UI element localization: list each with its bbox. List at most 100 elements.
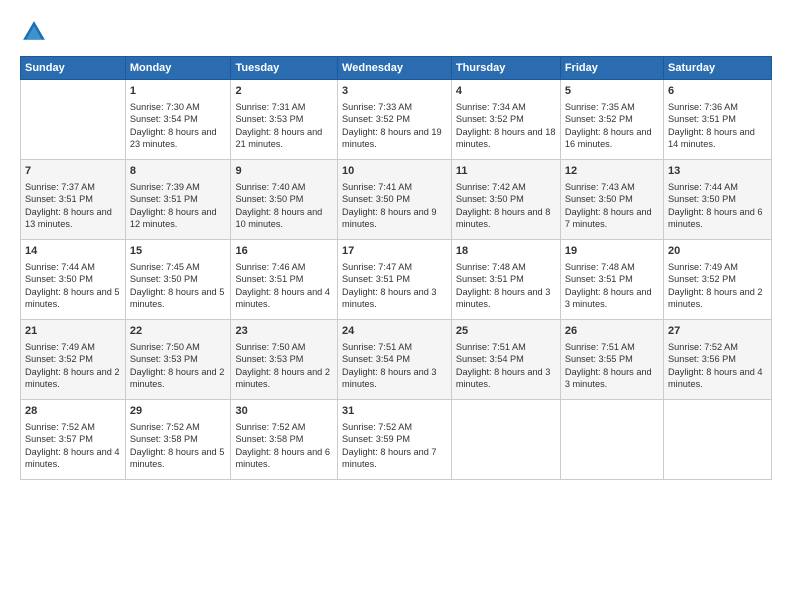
- calendar-cell: 22 Sunrise: 7:50 AMSunset: 3:53 PMDayligh…: [125, 320, 231, 400]
- logo: [20, 18, 52, 46]
- calendar-cell: 24 Sunrise: 7:51 AMSunset: 3:54 PMDayligh…: [338, 320, 452, 400]
- day-number: 18: [456, 244, 556, 259]
- cell-content: Sunrise: 7:35 AMSunset: 3:52 PMDaylight:…: [565, 101, 659, 151]
- day-number: 21: [25, 324, 121, 339]
- cell-content: Sunrise: 7:37 AMSunset: 3:51 PMDaylight:…: [25, 181, 121, 231]
- cell-content: Sunrise: 7:52 AMSunset: 3:57 PMDaylight:…: [25, 421, 121, 471]
- cell-content: Sunrise: 7:45 AMSunset: 3:50 PMDaylight:…: [130, 261, 227, 311]
- calendar-week-row: 21 Sunrise: 7:49 AMSunset: 3:52 PMDayligh…: [21, 320, 772, 400]
- cell-content: Sunrise: 7:48 AMSunset: 3:51 PMDaylight:…: [456, 261, 556, 311]
- calendar-table: SundayMondayTuesdayWednesdayThursdayFrid…: [20, 56, 772, 480]
- day-number: 28: [25, 404, 121, 419]
- day-number: 20: [668, 244, 767, 259]
- calendar-body: 1Sunrise: 7:30 AMSunset: 3:54 PMDaylight…: [21, 80, 772, 480]
- cell-content: Sunrise: 7:42 AMSunset: 3:50 PMDaylight:…: [456, 181, 556, 231]
- cell-content: Sunrise: 7:51 AMSunset: 3:54 PMDaylight:…: [342, 341, 447, 391]
- day-number: 17: [342, 244, 447, 259]
- page: SundayMondayTuesdayWednesdayThursdayFrid…: [0, 0, 792, 612]
- day-number: 6: [668, 84, 767, 99]
- day-number: 31: [342, 404, 447, 419]
- calendar-week-row: 28 Sunrise: 7:52 AMSunset: 3:57 PMDayligh…: [21, 400, 772, 480]
- calendar-cell: 10Sunrise: 7:41 AMSunset: 3:50 PMDayligh…: [338, 160, 452, 240]
- calendar-cell: [560, 400, 663, 480]
- day-number: 29: [130, 404, 227, 419]
- cell-content: Sunrise: 7:40 AMSunset: 3:50 PMDaylight:…: [235, 181, 333, 231]
- day-number: 16: [235, 244, 333, 259]
- cell-content: Sunrise: 7:52 AMSunset: 3:59 PMDaylight:…: [342, 421, 447, 471]
- calendar-cell: 4 Sunrise: 7:34 AMSunset: 3:52 PMDaylight…: [451, 80, 560, 160]
- cell-content: Sunrise: 7:46 AMSunset: 3:51 PMDaylight:…: [235, 261, 333, 311]
- day-number: 9: [235, 164, 333, 179]
- cell-content: Sunrise: 7:52 AMSunset: 3:58 PMDaylight:…: [235, 421, 333, 471]
- calendar-cell: [451, 400, 560, 480]
- weekday-header: Saturday: [664, 57, 772, 80]
- day-number: 13: [668, 164, 767, 179]
- calendar-cell: 26 Sunrise: 7:51 AMSunset: 3:55 PMDayligh…: [560, 320, 663, 400]
- day-number: 15: [130, 244, 227, 259]
- weekday-header: Tuesday: [231, 57, 338, 80]
- cell-content: Sunrise: 7:34 AMSunset: 3:52 PMDaylight:…: [456, 101, 556, 151]
- day-number: 25: [456, 324, 556, 339]
- day-number: 4: [456, 84, 556, 99]
- calendar-cell: 9 Sunrise: 7:40 AMSunset: 3:50 PMDaylight…: [231, 160, 338, 240]
- logo-icon: [20, 18, 48, 46]
- calendar-cell: 27 Sunrise: 7:52 AMSunset: 3:56 PMDayligh…: [664, 320, 772, 400]
- weekday-header: Friday: [560, 57, 663, 80]
- calendar-cell: 31 Sunrise: 7:52 AMSunset: 3:59 PMDayligh…: [338, 400, 452, 480]
- calendar-cell: 18 Sunrise: 7:48 AMSunset: 3:51 PMDayligh…: [451, 240, 560, 320]
- day-number: 22: [130, 324, 227, 339]
- cell-content: Sunrise: 7:51 AMSunset: 3:55 PMDaylight:…: [565, 341, 659, 391]
- cell-content: Sunrise: 7:44 AMSunset: 3:50 PMDaylight:…: [25, 261, 121, 311]
- calendar-cell: 28 Sunrise: 7:52 AMSunset: 3:57 PMDayligh…: [21, 400, 126, 480]
- calendar-cell: 23 Sunrise: 7:50 AMSunset: 3:53 PMDayligh…: [231, 320, 338, 400]
- cell-content: Sunrise: 7:31 AMSunset: 3:53 PMDaylight:…: [235, 101, 333, 151]
- calendar-cell: 17 Sunrise: 7:47 AMSunset: 3:51 PMDayligh…: [338, 240, 452, 320]
- weekday-header: Thursday: [451, 57, 560, 80]
- day-number: 19: [565, 244, 659, 259]
- calendar-cell: 16 Sunrise: 7:46 AMSunset: 3:51 PMDayligh…: [231, 240, 338, 320]
- cell-content: Sunrise: 7:36 AMSunset: 3:51 PMDaylight:…: [668, 101, 767, 151]
- cell-content: Sunrise: 7:49 AMSunset: 3:52 PMDaylight:…: [25, 341, 121, 391]
- cell-content: Sunrise: 7:41 AMSunset: 3:50 PMDaylight:…: [342, 181, 447, 231]
- cell-content: Sunrise: 7:48 AMSunset: 3:51 PMDaylight:…: [565, 261, 659, 311]
- calendar-cell: 7 Sunrise: 7:37 AMSunset: 3:51 PMDaylight…: [21, 160, 126, 240]
- cell-content: Sunrise: 7:47 AMSunset: 3:51 PMDaylight:…: [342, 261, 447, 311]
- calendar-cell: 12Sunrise: 7:43 AMSunset: 3:50 PMDayligh…: [560, 160, 663, 240]
- calendar-cell: [664, 400, 772, 480]
- cell-content: Sunrise: 7:52 AMSunset: 3:58 PMDaylight:…: [130, 421, 227, 471]
- calendar-cell: 6 Sunrise: 7:36 AMSunset: 3:51 PMDaylight…: [664, 80, 772, 160]
- cell-content: Sunrise: 7:50 AMSunset: 3:53 PMDaylight:…: [235, 341, 333, 391]
- cell-content: Sunrise: 7:30 AMSunset: 3:54 PMDaylight:…: [130, 101, 227, 151]
- cell-content: Sunrise: 7:39 AMSunset: 3:51 PMDaylight:…: [130, 181, 227, 231]
- calendar-cell: 25 Sunrise: 7:51 AMSunset: 3:54 PMDayligh…: [451, 320, 560, 400]
- day-number: 2: [235, 84, 333, 99]
- calendar-cell: 21 Sunrise: 7:49 AMSunset: 3:52 PMDayligh…: [21, 320, 126, 400]
- day-number: 26: [565, 324, 659, 339]
- day-number: 24: [342, 324, 447, 339]
- weekday-header: Wednesday: [338, 57, 452, 80]
- day-number: 27: [668, 324, 767, 339]
- calendar-cell: 19 Sunrise: 7:48 AMSunset: 3:51 PMDayligh…: [560, 240, 663, 320]
- calendar-week-row: 1Sunrise: 7:30 AMSunset: 3:54 PMDaylight…: [21, 80, 772, 160]
- day-number: 14: [25, 244, 121, 259]
- calendar-cell: 8Sunrise: 7:39 AMSunset: 3:51 PMDaylight…: [125, 160, 231, 240]
- day-number: 23: [235, 324, 333, 339]
- calendar-cell: 20Sunrise: 7:49 AMSunset: 3:52 PMDayligh…: [664, 240, 772, 320]
- calendar-cell: 30Sunrise: 7:52 AMSunset: 3:58 PMDayligh…: [231, 400, 338, 480]
- calendar-cell: 1Sunrise: 7:30 AMSunset: 3:54 PMDaylight…: [125, 80, 231, 160]
- cell-content: Sunrise: 7:50 AMSunset: 3:53 PMDaylight:…: [130, 341, 227, 391]
- calendar-cell: 13Sunrise: 7:44 AMSunset: 3:50 PMDayligh…: [664, 160, 772, 240]
- cell-content: Sunrise: 7:33 AMSunset: 3:52 PMDaylight:…: [342, 101, 447, 151]
- day-number: 7: [25, 164, 121, 179]
- cell-content: Sunrise: 7:51 AMSunset: 3:54 PMDaylight:…: [456, 341, 556, 391]
- calendar-cell: 15 Sunrise: 7:45 AMSunset: 3:50 PMDayligh…: [125, 240, 231, 320]
- calendar-cell: 3 Sunrise: 7:33 AMSunset: 3:52 PMDaylight…: [338, 80, 452, 160]
- cell-content: Sunrise: 7:52 AMSunset: 3:56 PMDaylight:…: [668, 341, 767, 391]
- calendar-header: SundayMondayTuesdayWednesdayThursdayFrid…: [21, 57, 772, 80]
- day-number: 3: [342, 84, 447, 99]
- calendar-week-row: 7 Sunrise: 7:37 AMSunset: 3:51 PMDaylight…: [21, 160, 772, 240]
- day-number: 5: [565, 84, 659, 99]
- header-row: SundayMondayTuesdayWednesdayThursdayFrid…: [21, 57, 772, 80]
- calendar-week-row: 14 Sunrise: 7:44 AMSunset: 3:50 PMDayligh…: [21, 240, 772, 320]
- calendar-cell: [21, 80, 126, 160]
